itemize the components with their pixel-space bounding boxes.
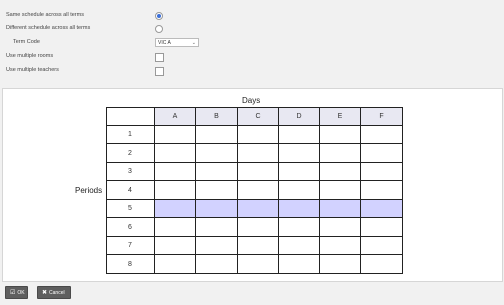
schedule-cell[interactable] xyxy=(279,181,320,200)
same-schedule-radio[interactable] xyxy=(155,12,163,20)
period-header-4: 4 xyxy=(106,181,155,200)
schedule-cell[interactable] xyxy=(238,144,279,163)
schedule-cell[interactable] xyxy=(155,218,196,237)
schedule-cell[interactable] xyxy=(196,163,238,181)
schedule-cell[interactable] xyxy=(196,218,238,237)
day-header-c: C xyxy=(238,107,279,126)
different-schedule-radio[interactable] xyxy=(155,25,163,33)
schedule-cell[interactable] xyxy=(361,181,403,200)
dialog-footer: ☑ OK ✖ Cancel xyxy=(0,282,504,305)
schedule-options-panel: Same schedule across all terms Different… xyxy=(2,2,502,81)
schedule-cell[interactable] xyxy=(196,126,238,144)
term-code-select[interactable]: VIC A ⌄ xyxy=(155,38,199,47)
schedule-cell[interactable] xyxy=(361,200,403,218)
schedule-cell[interactable] xyxy=(196,144,238,163)
schedule-cell[interactable] xyxy=(155,144,196,163)
day-header-e: E xyxy=(320,107,361,126)
schedule-cell[interactable] xyxy=(279,163,320,181)
period-header-3: 3 xyxy=(106,163,155,181)
period-day-grid: 87654321 FEDCBA xyxy=(106,107,403,274)
schedule-cell[interactable] xyxy=(238,163,279,181)
schedule-cell[interactable] xyxy=(320,181,361,200)
schedule-cell[interactable] xyxy=(238,218,279,237)
day-header-a: A xyxy=(155,107,196,126)
different-schedule-label: Different schedule across all terms xyxy=(6,25,91,31)
schedule-cell[interactable] xyxy=(361,144,403,163)
schedule-cell[interactable] xyxy=(320,163,361,181)
schedule-cell[interactable] xyxy=(238,237,279,255)
term-code-value: VIC A xyxy=(158,40,171,46)
period-header-2: 2 xyxy=(106,144,155,163)
day-header-b: B xyxy=(196,107,238,126)
day-header-d: D xyxy=(279,107,320,126)
multiple-teachers-label: Use multiple teachers xyxy=(6,67,59,73)
schedule-cell[interactable] xyxy=(196,255,238,274)
schedule-cell[interactable] xyxy=(279,144,320,163)
schedule-cell[interactable] xyxy=(279,126,320,144)
schedule-cell[interactable] xyxy=(320,200,361,218)
period-header-5: 5 xyxy=(106,200,155,218)
period-header-1: 1 xyxy=(106,126,155,144)
multiple-teachers-checkbox[interactable] xyxy=(155,67,164,76)
schedule-cell[interactable] xyxy=(279,255,320,274)
schedule-cell[interactable] xyxy=(361,126,403,144)
schedule-cell[interactable] xyxy=(279,237,320,255)
same-schedule-label: Same schedule across all terms xyxy=(6,12,84,18)
schedule-cell[interactable] xyxy=(279,200,320,218)
grid-corner-cell xyxy=(106,107,155,126)
schedule-grid-panel: Days Periods 87654321 FEDCBA xyxy=(2,88,503,282)
check-icon: ☑ xyxy=(10,290,16,296)
schedule-cell[interactable] xyxy=(361,218,403,237)
periods-label: Periods xyxy=(75,186,103,195)
cancel-label: Cancel xyxy=(49,290,65,296)
schedule-cell[interactable] xyxy=(155,255,196,274)
schedule-cell[interactable] xyxy=(238,200,279,218)
schedule-cell[interactable] xyxy=(238,181,279,200)
schedule-cell[interactable] xyxy=(361,255,403,274)
schedule-cell[interactable] xyxy=(155,200,196,218)
schedule-cell[interactable] xyxy=(320,144,361,163)
schedule-cell[interactable] xyxy=(196,237,238,255)
multiple-rooms-label: Use multiple rooms xyxy=(6,53,54,59)
schedule-cell[interactable] xyxy=(361,163,403,181)
schedule-cell[interactable] xyxy=(238,255,279,274)
ok-button[interactable]: ☑ OK xyxy=(5,286,28,299)
ok-label: OK xyxy=(17,290,25,296)
chevron-down-icon: ⌄ xyxy=(191,40,196,46)
schedule-cell[interactable] xyxy=(279,218,320,237)
close-icon: ✖ xyxy=(42,290,48,296)
schedule-cell[interactable] xyxy=(320,255,361,274)
schedule-cell[interactable] xyxy=(155,181,196,200)
schedule-cell[interactable] xyxy=(196,200,238,218)
schedule-cell[interactable] xyxy=(320,126,361,144)
schedule-cell[interactable] xyxy=(238,126,279,144)
period-header-6: 6 xyxy=(106,218,155,237)
multiple-rooms-checkbox[interactable] xyxy=(155,53,164,62)
schedule-cell[interactable] xyxy=(155,237,196,255)
term-code-label: Term Code xyxy=(13,39,40,45)
schedule-cell[interactable] xyxy=(155,163,196,181)
days-label: Days xyxy=(242,96,261,105)
cancel-button[interactable]: ✖ Cancel xyxy=(37,286,71,299)
day-header-f: F xyxy=(361,107,403,126)
period-header-7: 7 xyxy=(106,237,155,255)
schedule-cell[interactable] xyxy=(196,181,238,200)
schedule-cell[interactable] xyxy=(320,237,361,255)
schedule-cell[interactable] xyxy=(320,218,361,237)
period-header-8: 8 xyxy=(106,255,155,274)
schedule-cell[interactable] xyxy=(361,237,403,255)
schedule-cell[interactable] xyxy=(155,126,196,144)
